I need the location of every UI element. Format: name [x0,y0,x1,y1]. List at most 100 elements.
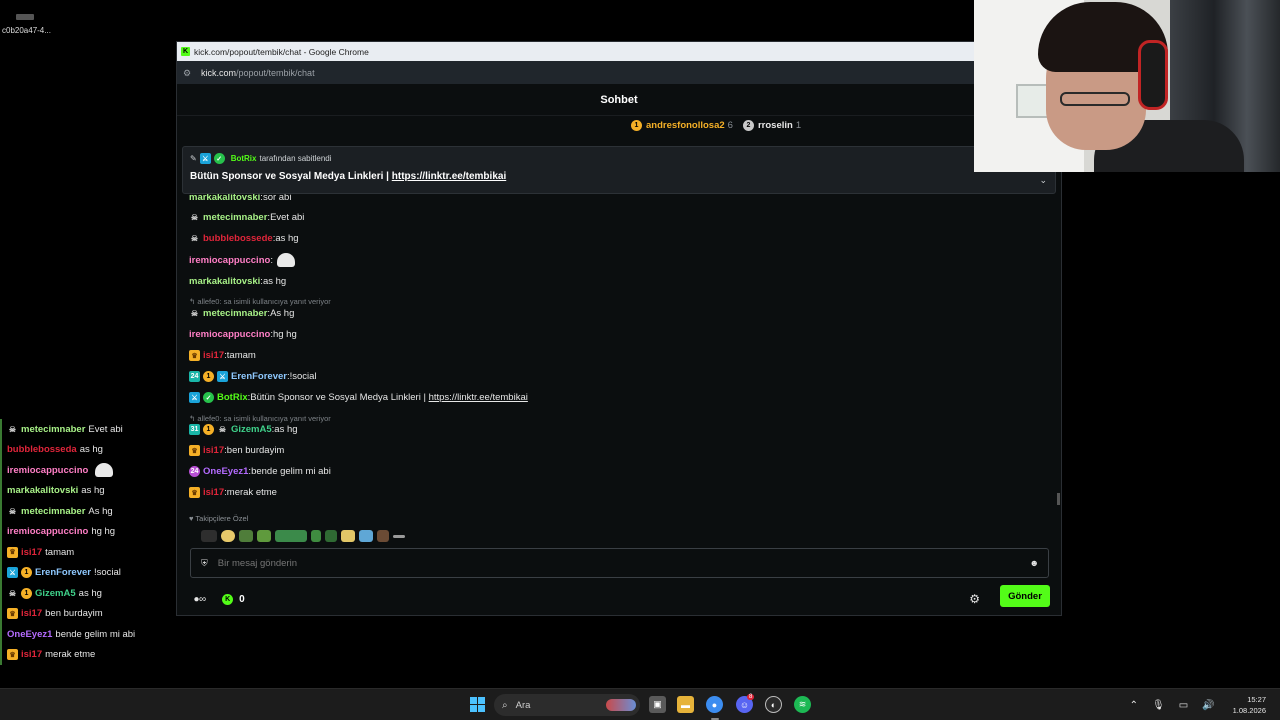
emote-icon[interactable] [239,530,253,542]
emote-icon[interactable] [311,530,321,542]
overlay-line: ♛ isi17 tamam [0,542,170,563]
chat-text: ben burdayim [226,445,285,456]
chat-username[interactable]: isi17 [203,350,224,361]
chat-username[interactable]: iremiocappuccino [189,255,270,266]
overlay-text: merak etme [45,649,96,661]
chevron-up-icon[interactable]: ⌃ [1130,700,1138,711]
pinned-link[interactable]: https://linktr.ee/tembikai [392,171,506,182]
discord-notification-badge: 8 [747,694,755,700]
chat-message: ☠ metecimnaber: Evet abi [190,212,305,223]
chat-input[interactable] [217,557,998,569]
window-titlebar[interactable]: K kick.com/popout/tembik/chat - Google C… [177,42,1061,61]
leaderboard-count-2: 1 [795,120,802,131]
moderator-badge-icon: ⚔ [189,392,200,403]
chat-username[interactable]: GizemA5 [231,424,272,435]
scrollbar[interactable] [1057,493,1060,505]
ghost-badge-icon: ☠ [190,234,199,243]
reply-context[interactable]: ↰ allefe0: sa isimli kullanıcıya yanıt v… [189,414,331,423]
emote-icon[interactable] [201,530,217,542]
chrome-popout-window: K kick.com/popout/tembik/chat - Google C… [176,41,1062,616]
emoji-icon[interactable]: ☻ [1030,558,1039,568]
desktop-file-label: c0b20a47-4... [2,26,51,35]
spotify-icon[interactable]: ≋ [794,696,811,713]
windows-start-icon[interactable] [470,697,485,712]
search-highlight-icon [606,699,636,711]
chat-username[interactable]: ErenForever [231,371,287,382]
reply-context[interactable]: ↰ allefe0: sa isimli kullanıcıya yanıt v… [189,297,331,306]
kick-points[interactable]: K 0 [222,593,245,605]
ghost-badge-icon: ☠ [190,309,199,318]
emote-icon[interactable] [341,530,355,542]
emote-icon[interactable] [393,534,405,538]
emote-quick-bar [201,530,405,542]
chat-message: 31 1 ☠ GizemA5: as hg [189,424,298,435]
gifter-badge-icon: 1 [21,587,32,599]
overlay-line: ☠ 1 GizemA5 as hg [0,583,170,604]
task-view-icon[interactable]: ▣ [649,696,666,713]
emote-icon [95,463,114,478]
leaderboard-user-2[interactable]: rroselin [758,120,793,131]
emote-icon[interactable] [325,530,337,542]
overlay-line: iremiocappuccino hg hg [0,521,170,542]
system-tray: ⌃ 🎙 ▭ 🔊 15:27 1.08.2026 [1130,689,1280,720]
volume-icon[interactable]: 🔊 [1202,700,1214,711]
emote-icon[interactable] [275,530,307,542]
ghost-badge-icon: ☠ [190,213,199,222]
crown-badge-icon: ♛ [189,487,200,498]
pinned-by-user[interactable]: BotRix [231,154,257,163]
overlay-line: ⚔ 1 ErenForever !social [0,562,170,583]
overlay-line: ☠ metecimnaber As hg [0,501,170,522]
verified-badge-icon: ✓ [203,392,214,403]
site-settings-icon[interactable]: ⚙ [183,68,193,78]
display-icon[interactable]: ▭ [1179,700,1188,711]
overlay-user: bubblebosseda [7,444,77,456]
obs-icon[interactable]: ◐ [765,696,782,713]
window-title: kick.com/popout/tembik/chat - Google Chr… [194,46,369,57]
taskbar-search-label: Ara [515,699,531,711]
emote-icon[interactable] [257,530,271,542]
screen: { "desktop": { "file_label": "c0b20a47-4… [0,0,1280,720]
chat-username[interactable]: metecimnaber [203,308,267,319]
headset-icon [1138,40,1168,110]
gear-icon[interactable]: ⚙ [969,592,980,606]
moderator-badge-icon: ⚔ [7,567,18,579]
emote-icon[interactable] [221,530,235,542]
chat-username[interactable]: BotRix [217,392,248,403]
overlay-text: !social [93,567,121,579]
file-explorer-icon[interactable]: ▬ [677,696,694,713]
leaderboard-user-1[interactable]: andresfonollosa2 [646,120,725,131]
ghost-badge-icon: ☠ [8,588,17,598]
chat-header: Sohbet [177,84,1061,116]
chevron-down-icon[interactable]: ⌄ [1039,175,1047,186]
subscriber-badge-icon: 31 [189,424,200,435]
chat-message: ♛ isi17: merak etme [189,487,277,498]
chat-username[interactable]: bubblebossede [203,233,273,244]
overlay-text: bende gelim mi abi [55,628,136,640]
emote-icon[interactable] [377,530,389,542]
emote-icon[interactable] [359,530,373,542]
desktop-file[interactable]: c0b20a47-4... [2,14,62,35]
overlay-user: isi17 [21,608,43,620]
chat-username[interactable]: iremiocappuccino [189,329,270,340]
chat-username[interactable]: metecimnaber [203,212,267,223]
chat-message: ♛ isi17: ben burdayim [189,445,284,456]
clock[interactable]: 15:27 1.08.2026 [1233,694,1266,716]
chat-username[interactable]: markakalitovski [189,276,260,287]
chat-username[interactable]: OneEyez1 [203,466,248,477]
chrome-icon[interactable]: ● [706,696,723,713]
channel-points-icon[interactable]: ⦁∞ [194,594,206,605]
crown-badge-icon: ♛ [7,608,18,620]
send-button[interactable]: Gönder [1000,585,1050,607]
address-bar[interactable]: ⚙ kick.com/popout/tembik/chat [177,61,1061,84]
microphone-icon[interactable]: 🎙 [1152,700,1165,711]
chat-input-container[interactable]: ⛨ ☻ [190,548,1049,578]
taskbar-search[interactable]: ⌕ Ara [494,694,640,716]
follow-only-label: ♥ Takipçilere Özel [189,514,249,523]
chat-username[interactable]: isi17 [203,487,224,498]
chat-text: bende gelim mi abi [251,466,331,477]
chat-username[interactable]: isi17 [203,445,224,456]
pinned-message[interactable]: ✎ ⚔ ✓ BotRix tarafından sabitlendi Bütün… [182,146,1056,194]
chat-link[interactable]: https://linktr.ee/tembikai [429,392,528,403]
overlay-user: isi17 [21,649,43,661]
overlay-text: ben burdayim [45,608,103,620]
